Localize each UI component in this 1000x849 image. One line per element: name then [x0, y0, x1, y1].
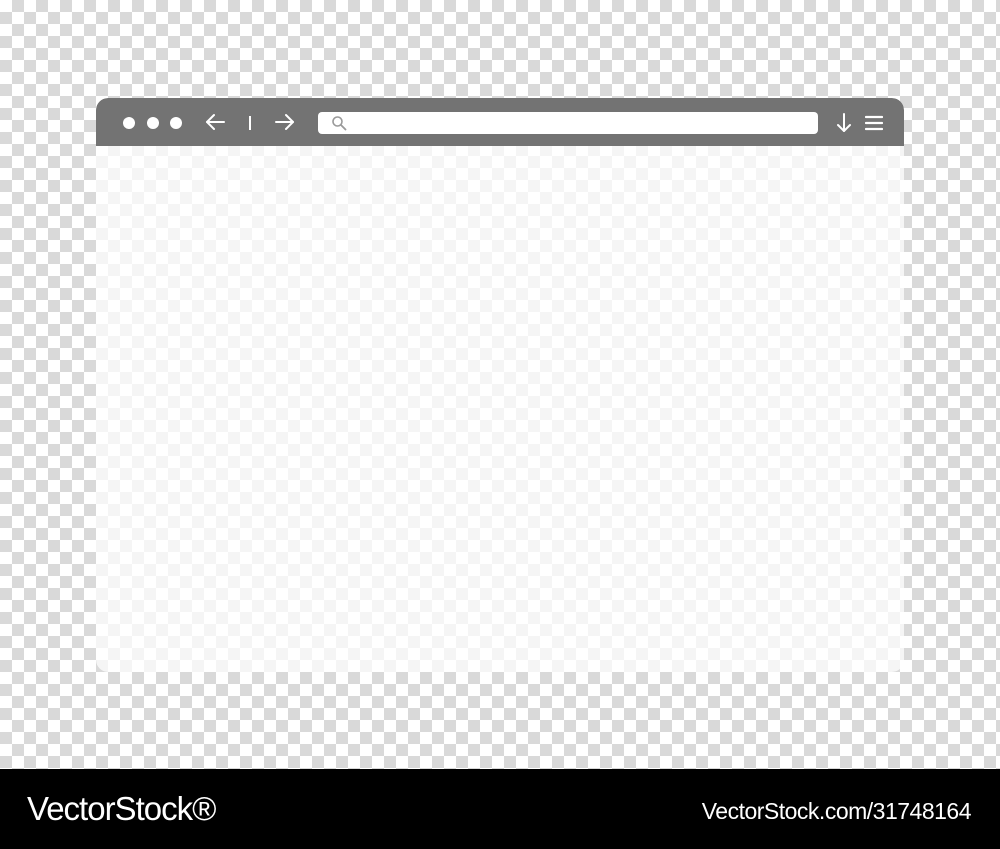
- arrow-left-icon[interactable]: [204, 113, 226, 131]
- window-dot-3[interactable]: [170, 117, 182, 129]
- arrow-right-icon[interactable]: [274, 113, 296, 131]
- window-dot-1[interactable]: [123, 117, 135, 129]
- address-bar-input[interactable]: [318, 112, 818, 134]
- nav-divider: [249, 116, 251, 130]
- browser-viewport[interactable]: [96, 146, 904, 672]
- browser-window: [96, 98, 904, 672]
- arrow-down-icon[interactable]: [836, 112, 852, 134]
- watermark-footer: VectorStock® VectorStock.com/31748164: [0, 769, 1000, 849]
- window-dot-2[interactable]: [147, 117, 159, 129]
- hamburger-menu-icon[interactable]: [865, 115, 883, 131]
- image-id-text: VectorStock.com/31748164: [701, 798, 972, 824]
- search-icon: [332, 116, 347, 131]
- brand-logo: VectorStock®: [27, 790, 216, 827]
- browser-toolbar: [96, 98, 904, 146]
